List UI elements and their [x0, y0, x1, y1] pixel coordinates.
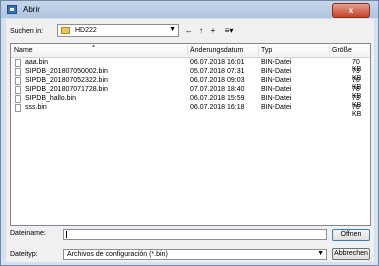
file-name: aaa.bin	[25, 59, 48, 66]
file-icon	[15, 104, 21, 112]
folder-icon	[61, 27, 70, 34]
file-icon	[15, 59, 21, 67]
file-type: BIN-Datei	[261, 77, 292, 84]
file-date: 05.07.2018 07:31	[190, 68, 245, 75]
file-row[interactable]: SIPDB_201807071728.bin 07.07.2018 18:40 …	[11, 86, 370, 100]
column-header-name[interactable]: Name	[14, 47, 33, 54]
file-type: BIN-Datei	[261, 86, 292, 93]
sort-ascending-icon: ▲	[91, 43, 96, 49]
file-icon	[15, 95, 21, 103]
file-type: BIN-Datei	[261, 59, 292, 66]
lookin-dropdown[interactable]: HD222 ▼	[57, 24, 179, 37]
back-icon[interactable]: ←	[184, 24, 194, 37]
column-header-size[interactable]: Größe	[332, 47, 352, 54]
file-row[interactable]: SIPDB_201807050002.bin 05.07.2018 07:31 …	[11, 68, 370, 82]
lookin-label: Suchen in:	[10, 28, 44, 35]
file-name: SIPDB_201807071728.bin	[25, 86, 108, 93]
filetype-value: Archivos de configuración (*.bin)	[67, 251, 168, 258]
file-name: SIPDB_hallo.bin	[25, 95, 76, 102]
chevron-down-icon: ▼	[169, 26, 176, 33]
dialog-title: Abrir	[23, 5, 40, 14]
close-button[interactable]: x	[332, 3, 370, 18]
file-row[interactable]: aaa.bin 06.07.2018 16:01 BIN-Datei 70 KB	[11, 59, 370, 73]
filetype-dropdown[interactable]: Archivos de configuración (*.bin) ▼	[63, 249, 327, 260]
file-row[interactable]: sss.bin 06.07.2018 16:18 BIN-Datei 70 KB	[11, 104, 370, 118]
file-list[interactable]: Name ▲ Änderungsdatum Typ Größe aaa.bin …	[10, 43, 371, 226]
text-caret	[66, 231, 67, 238]
file-size: 70 KB	[352, 104, 362, 118]
file-row[interactable]: SIPDB_hallo.bin 06.07.2018 15:59 BIN-Dat…	[11, 95, 370, 109]
column-header-type[interactable]: Typ	[261, 47, 272, 54]
filetype-label: Dateityp:	[10, 251, 38, 258]
up-folder-icon[interactable]: ↑	[196, 24, 206, 37]
cancel-button[interactable]: Abbrechen	[332, 248, 370, 260]
open-dialog: Abrir x Suchen in: HD222 ▼ ← ↑ + ≡▾ Name…	[0, 0, 379, 266]
views-menu-icon[interactable]: ≡▾	[221, 24, 237, 37]
filename-input[interactable]	[63, 229, 327, 240]
new-folder-icon[interactable]: +	[208, 24, 218, 37]
file-date: 06.07.2018 16:01	[190, 59, 245, 66]
dialog-body: Suchen in: HD222 ▼ ← ↑ + ≡▾ Name ▲ Änder…	[6, 19, 374, 262]
chevron-down-icon: ▼	[317, 250, 324, 257]
file-type: BIN-Datei	[261, 68, 292, 75]
file-icon	[15, 68, 21, 76]
file-list-header: Name ▲ Änderungsdatum Typ Größe	[11, 43, 370, 58]
dialog-icon	[7, 5, 17, 14]
file-icon	[15, 77, 21, 85]
file-name: SIPDB_201807050002.bin	[25, 68, 108, 75]
open-button[interactable]: Öffnen	[332, 229, 370, 241]
file-icon	[15, 86, 21, 94]
file-type: BIN-Datei	[261, 104, 292, 111]
column-header-date[interactable]: Änderungsdatum	[190, 47, 243, 54]
file-name: sss.bin	[25, 104, 47, 111]
resize-grip-icon[interactable]: ⋰	[368, 255, 374, 262]
file-date: 06.07.2018 15:59	[190, 95, 245, 102]
title-bar[interactable]: Abrir x	[1, 1, 378, 18]
file-type: BIN-Datei	[261, 95, 292, 102]
filename-label: Dateiname:	[10, 230, 46, 237]
file-date: 06.07.2018 09:03	[190, 77, 245, 84]
lookin-value: HD222	[75, 27, 97, 34]
file-name: SIPDB_201807052322.bin	[25, 77, 108, 84]
file-row[interactable]: SIPDB_201807052322.bin 06.07.2018 09:03 …	[11, 77, 370, 91]
file-date: 06.07.2018 16:18	[190, 104, 245, 111]
file-date: 07.07.2018 18:40	[190, 86, 245, 93]
